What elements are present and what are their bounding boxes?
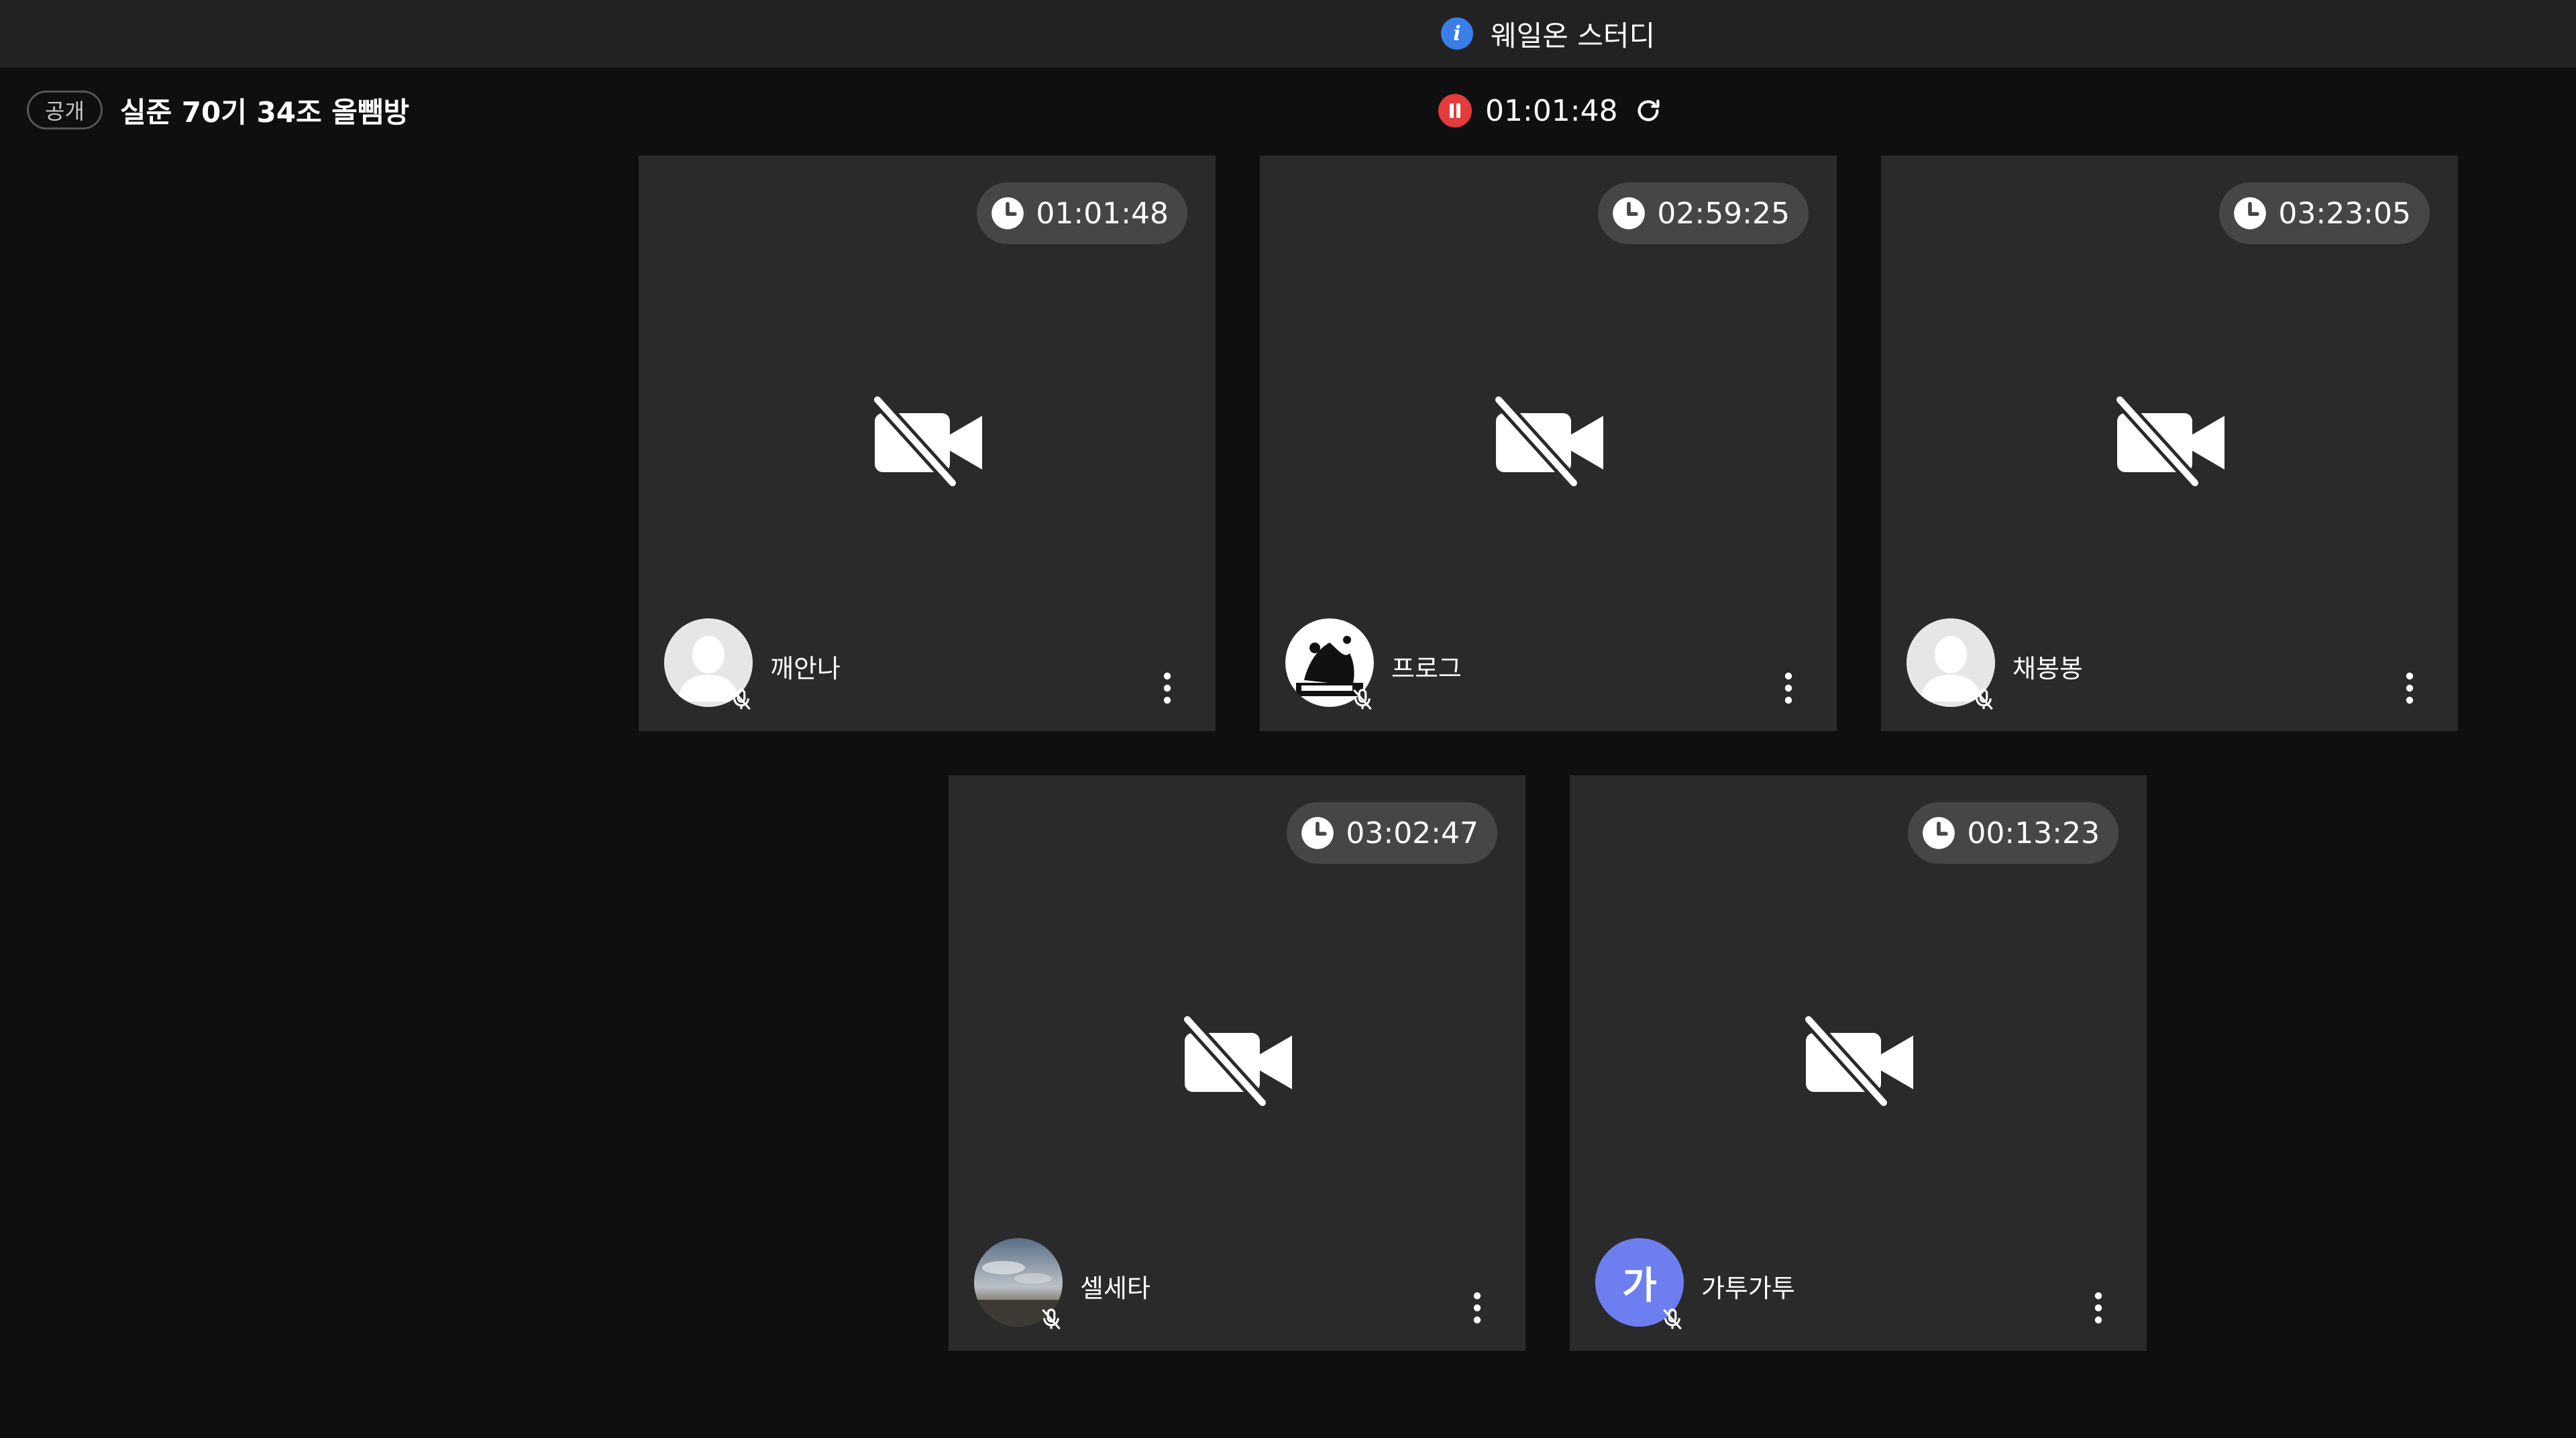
mic-muted-icon [732,689,751,710]
window-title: 웨일온 스터디 [1491,19,1656,52]
more-options-icon[interactable] [2403,671,2416,706]
camera-off-icon [1181,1014,1292,1108]
participant-tile[interactable]: 01:01:48 깨안나 [639,156,1216,731]
title-bar: i 웨일온 스터디 [0,0,2576,68]
camera-off-icon [871,394,982,488]
study-duration-badge: 03:02:47 [1287,802,1497,864]
participant-name: 셀세타 [1080,1274,1150,1303]
mic-muted-icon [1974,689,1993,710]
participant-tile[interactable]: 03:02:47 셀세타 [949,775,1525,1351]
study-duration: 02:59:25 [1657,196,1790,231]
participant-name: 가투가투 [1701,1274,1795,1303]
more-options-icon[interactable] [1161,671,1174,706]
participant-name: 채봉봉 [2012,654,2083,683]
window-title-group: i 웨일온 스터디 [1441,13,1655,54]
camera-off-icon [1802,1014,1913,1108]
mic-muted-icon [1042,1309,1061,1330]
participant-tile[interactable]: 02:59:25 프로그 [1260,156,1837,731]
session-timer-text: 01:01:48 [1485,93,1618,128]
study-duration-badge: 03:23:05 [2219,182,2430,244]
study-duration-badge: 01:01:48 [977,182,1187,244]
mic-muted-icon [1353,689,1372,710]
participant-name: 프로그 [1391,654,1462,683]
pause-icon[interactable] [1438,94,1472,127]
more-options-icon[interactable] [1470,1290,1484,1325]
participant-name: 깨안나 [770,654,841,683]
clock-icon [1301,817,1334,849]
refresh-icon[interactable] [1633,95,1664,126]
study-duration: 03:02:47 [1346,816,1479,850]
participant-tile[interactable]: 00:13:23 가 가투가투 [1570,775,2147,1351]
room-header: 공개 실준 70기 34조 올뺌방 [27,89,409,131]
camera-off-icon [2113,394,2224,488]
study-duration: 03:23:05 [2278,196,2411,231]
visibility-badge: 공개 [27,91,103,129]
camera-off-icon [1492,394,1603,488]
study-duration-badge: 00:13:23 [1908,802,2118,864]
session-timer: 01:01:48 [1438,91,1664,130]
more-options-icon[interactable] [2092,1290,2105,1325]
room-name: 실준 70기 34조 올뺌방 [119,95,410,129]
study-duration: 00:13:23 [1967,816,2100,850]
study-duration-badge: 02:59:25 [1598,182,1809,244]
clock-icon [2234,197,2267,229]
study-duration: 01:01:48 [1036,196,1169,231]
clock-icon [1613,197,1646,229]
participant-tile[interactable]: 03:23:05 채봉봉 [1881,156,2458,731]
clock-icon [991,197,1024,229]
mic-muted-icon [1663,1309,1682,1330]
more-options-icon[interactable] [1782,671,1795,706]
info-icon[interactable]: i [1441,17,1473,50]
clock-icon [1923,817,1955,849]
